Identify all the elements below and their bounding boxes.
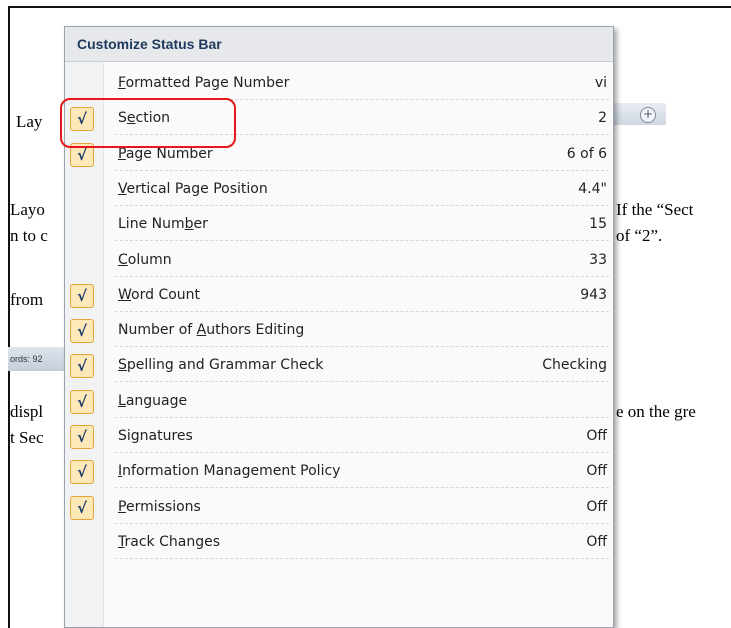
- menu-item-value: vi: [594, 75, 607, 91]
- menu-item-value: Checking: [542, 357, 607, 374]
- menu-item[interactable]: Track Changes Off: [65, 526, 613, 559]
- menu-item-value: 6 of 6: [566, 145, 607, 162]
- checkmark-icon: √: [70, 319, 94, 344]
- menu-item[interactable]: √ Word Count 943: [65, 279, 613, 312]
- menu-item-label: Signatures: [118, 428, 193, 444]
- menu-item-label: Formatted Page Number: [118, 75, 290, 91]
- menu-item-label: Number of Authors Editing: [118, 322, 305, 339]
- menu-item-label: Spelling and Grammar Check: [118, 357, 324, 374]
- menu-separator: [115, 240, 609, 242]
- menu-item[interactable]: Formatted Page Number vi: [65, 67, 613, 100]
- menu-item-label: Information Management Policy: [118, 463, 341, 480]
- menu-item[interactable]: √ Signatures Off: [65, 420, 613, 453]
- menu-item-label: Permissions: [118, 498, 201, 515]
- menu-item-value: 2: [598, 110, 607, 127]
- doc-text-fragment: n to c: [10, 226, 48, 245]
- doc-text-fragment: t Sec: [10, 428, 44, 447]
- doc-text-fragment: Lay: [16, 112, 43, 131]
- menu-separator: [115, 204, 609, 206]
- checkmark-icon: √: [70, 460, 94, 485]
- checkmark-icon: √: [70, 425, 94, 449]
- menu-item-label: Vertical Page Position: [118, 180, 268, 197]
- menu-title: Customize Status Bar: [65, 27, 613, 62]
- menu-separator: [115, 487, 609, 489]
- menu-item[interactable]: √ Number of Authors Editing: [65, 314, 613, 348]
- menu-separator: [115, 452, 609, 453]
- menu-item[interactable]: √ Spelling and Grammar Check Checking: [65, 349, 613, 383]
- doc-text-fragment: Layo: [10, 200, 45, 219]
- menu-separator: [115, 346, 609, 348]
- menu-item-label: Word Count: [118, 286, 201, 303]
- menu-separator: [115, 381, 609, 383]
- menu-item-value: Off: [586, 533, 607, 550]
- doc-text-fragment: of “2”.: [616, 226, 663, 245]
- zoom-in-icon[interactable]: +: [640, 107, 656, 123]
- menu-item-value: 33: [589, 251, 607, 268]
- menu-item-value: Off: [586, 498, 607, 515]
- checkmark-icon: √: [70, 495, 94, 520]
- doc-text-fragment: If the “Sect: [616, 200, 694, 219]
- menu-item[interactable]: Column 33: [65, 244, 613, 277]
- doc-text-fragment: e on the gre: [616, 402, 696, 421]
- menu-item-value: Off: [586, 428, 607, 444]
- menu-item-value: 943: [580, 286, 607, 303]
- checkmark-icon: √: [70, 389, 94, 414]
- menu-item-label: Line Number: [118, 216, 208, 233]
- highlight-annotation: [60, 98, 236, 148]
- status-bar-word-count: ords: 92: [8, 347, 66, 371]
- menu-item[interactable]: Line Number 15: [65, 208, 613, 242]
- menu-separator: [115, 275, 609, 277]
- checkmark-icon: √: [70, 354, 94, 379]
- menu-item[interactable]: √ Language: [65, 385, 613, 418]
- menu-separator: [115, 557, 609, 559]
- menu-separator: [115, 522, 609, 524]
- menu-item-label: Language: [118, 392, 188, 409]
- menu-item-label: Column: [118, 251, 172, 268]
- menu-item-label: Track Changes: [118, 533, 220, 550]
- menu-item[interactable]: Vertical Page Position 4.4": [65, 173, 613, 206]
- menu-item[interactable]: √ Information Management Policy Off: [65, 455, 613, 489]
- doc-text-fragment: displ: [10, 402, 44, 421]
- menu-item-value: 4.4": [578, 180, 607, 197]
- doc-text-fragment: from: [10, 290, 44, 309]
- checkmark-icon: √: [70, 283, 94, 308]
- menu-separator: [115, 416, 609, 418]
- menu-item-value: 15: [589, 216, 607, 233]
- menu-separator: [115, 169, 609, 171]
- menu-item[interactable]: √ Permissions Off: [65, 491, 613, 524]
- menu-separator: [115, 310, 609, 312]
- menu-item-value: Off: [586, 463, 607, 480]
